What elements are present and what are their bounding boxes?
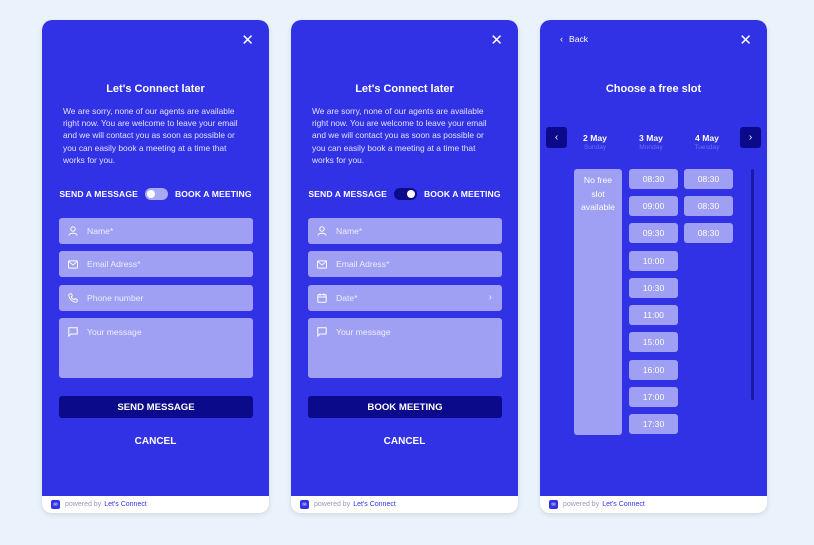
powered-by-footer: ✉ powered by Let's Connect [291, 496, 518, 513]
mail-icon [68, 259, 78, 269]
no-slot-line: slot [591, 188, 605, 199]
slot-title: Choose a free slot [605, 83, 702, 95]
chevron-right-icon: › [488, 292, 492, 303]
toggle-label-book[interactable]: BOOK A MEETING [175, 189, 252, 199]
email-field[interactable]: Email Adress* [59, 251, 253, 277]
day-weekday: Monday [639, 144, 663, 151]
day-header: 3 May Monday [626, 133, 676, 151]
powered-by-footer: ✉ powered by Let's Connect [42, 496, 269, 513]
day-weekday: Tuesday [694, 144, 720, 151]
toggle-label-book[interactable]: BOOK A MEETING [424, 189, 501, 199]
chevron-right-icon: › [748, 132, 753, 143]
date-placeholder: Date* [336, 293, 358, 303]
back-label: Back [569, 34, 589, 44]
phone-placeholder: Phone number [87, 293, 144, 303]
email-placeholder: Email Adress* [87, 259, 141, 269]
time-slot[interactable]: 08:30 [684, 223, 733, 243]
time-slot[interactable]: 11:00 [629, 305, 678, 325]
mode-toggle-row: SEND A MESSAGE BOOK A MEETING [42, 188, 269, 200]
lets-connect-logo-icon: ✉ [300, 500, 309, 509]
time-slot[interactable]: 17:00 [629, 387, 678, 407]
day-date: 3 May [639, 133, 663, 143]
close-icon[interactable]: ✕ [739, 33, 752, 48]
powered-by-text: powered by [65, 501, 102, 508]
toggle-knob [146, 190, 155, 198]
contact-panel-meeting: ✕ Let's Connect later We are sorry, none… [291, 20, 518, 513]
time-slot[interactable]: 08:30 [629, 169, 678, 189]
user-icon [317, 226, 327, 236]
time-slot[interactable]: 17:30 [629, 414, 678, 434]
powered-by-text: powered by [314, 501, 351, 508]
next-days-button[interactable]: › [740, 127, 761, 148]
prev-days-button[interactable]: ‹ [546, 127, 567, 148]
book-meeting-button[interactable]: BOOK MEETING [308, 396, 502, 418]
name-field[interactable]: Name* [308, 218, 502, 244]
panel-background: ✕ Let's Connect later We are sorry, none… [291, 20, 518, 496]
cancel-button[interactable]: CANCEL [291, 436, 518, 447]
powered-by-text: powered by [563, 501, 600, 508]
brand-link[interactable]: Let's Connect [602, 501, 645, 508]
mode-toggle-switch[interactable] [144, 188, 168, 200]
no-slot-line: available [581, 202, 615, 212]
lets-connect-logo-icon: ✉ [549, 500, 558, 509]
mode-toggle-switch[interactable] [393, 188, 417, 200]
time-slot[interactable]: 09:30 [629, 223, 678, 243]
name-field[interactable]: Name* [59, 218, 253, 244]
message-placeholder: Your message [87, 327, 142, 337]
no-slot-notice: No free slot available [574, 169, 622, 435]
send-message-button[interactable]: SEND MESSAGE [59, 396, 253, 418]
slot-picker-panel: ‹ Back ✕ Choose a free slot ‹ › 2 May Su… [540, 20, 767, 513]
phone-icon [68, 293, 78, 303]
email-placeholder: Email Adress* [336, 259, 390, 269]
time-slot[interactable]: 10:30 [629, 278, 678, 298]
time-slot[interactable]: 16:00 [629, 360, 678, 380]
panel-description: We are sorry, none of our agents are ava… [63, 106, 238, 165]
day-date: 4 May [695, 133, 719, 143]
no-slot-line: No free [583, 175, 613, 185]
powered-by-footer: ✉ powered by Let's Connect [540, 496, 767, 513]
phone-field[interactable]: Phone number [59, 285, 253, 311]
lets-connect-logo-icon: ✉ [51, 500, 60, 509]
message-field[interactable]: Your message [59, 318, 253, 378]
day-date: 2 May [583, 133, 607, 143]
panel-title: Let's Connect later [355, 83, 454, 95]
contact-panel-message: ✕ Let's Connect later We are sorry, none… [42, 20, 269, 513]
time-slot[interactable]: 15:00 [629, 332, 678, 352]
slots-scrollbar[interactable] [751, 169, 754, 400]
chevron-left-icon: ‹ [560, 34, 563, 44]
chevron-left-icon: ‹ [554, 132, 559, 143]
message-field[interactable]: Your message [308, 318, 502, 378]
toggle-knob [406, 190, 415, 198]
mode-toggle-row: SEND A MESSAGE BOOK A MEETING [291, 188, 518, 200]
time-slot[interactable]: 10:00 [629, 251, 678, 271]
panel-background: ‹ Back ✕ Choose a free slot ‹ › 2 May Su… [540, 20, 767, 496]
message-placeholder: Your message [336, 327, 391, 337]
day-header: 2 May Sunday [570, 133, 620, 151]
back-button[interactable]: ‹ Back [560, 34, 588, 44]
brand-link[interactable]: Let's Connect [104, 501, 147, 508]
chat-icon [68, 327, 78, 337]
time-slot[interactable]: 08:30 [684, 196, 733, 216]
panel-background: ✕ Let's Connect later We are sorry, none… [42, 20, 269, 496]
toggle-label-send[interactable]: SEND A MESSAGE [308, 189, 387, 199]
calendar-icon [317, 293, 327, 303]
name-placeholder: Name* [87, 226, 114, 236]
day-weekday: Sunday [583, 144, 607, 151]
name-placeholder: Name* [336, 226, 363, 236]
toggle-label-send[interactable]: SEND A MESSAGE [59, 189, 138, 199]
chat-icon [317, 327, 327, 337]
close-icon[interactable]: ✕ [490, 33, 503, 48]
panel-title: Let's Connect later [106, 83, 205, 95]
brand-link[interactable]: Let's Connect [353, 501, 396, 508]
cancel-button[interactable]: CANCEL [42, 436, 269, 447]
time-slot[interactable]: 09:00 [629, 196, 678, 216]
user-icon [68, 226, 78, 236]
mail-icon [317, 259, 327, 269]
email-field[interactable]: Email Adress* [308, 251, 502, 277]
close-icon[interactable]: ✕ [241, 33, 254, 48]
date-field[interactable]: Date* › [308, 285, 502, 311]
panel-description: We are sorry, none of our agents are ava… [312, 106, 487, 165]
day-header: 4 May Tuesday [682, 133, 732, 151]
time-slot[interactable]: 08:30 [684, 169, 733, 189]
